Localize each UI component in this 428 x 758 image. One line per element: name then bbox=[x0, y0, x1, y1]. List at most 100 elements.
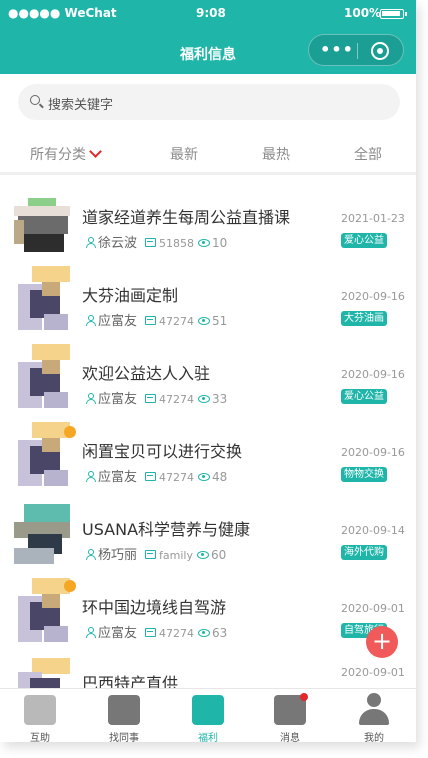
eye-icon bbox=[198, 317, 211, 325]
user-icon bbox=[86, 237, 96, 248]
item-code: 47274 bbox=[159, 627, 195, 640]
avatar bbox=[14, 578, 76, 642]
item-meta: 杨巧丽 family 60 bbox=[86, 544, 226, 563]
nav-profile[interactable]: 我的 bbox=[342, 689, 406, 742]
eye-icon bbox=[198, 395, 211, 403]
status-carrier: ●●●●● WeChat bbox=[8, 6, 117, 20]
nav-label: 消息 bbox=[280, 733, 300, 742]
user-icon bbox=[86, 393, 96, 404]
item-author: 徐云波 bbox=[98, 236, 138, 251]
search-placeholder: 搜索关键字 bbox=[48, 98, 114, 113]
item-code: 47274 bbox=[159, 471, 195, 484]
status-battery-text: 100% bbox=[344, 6, 382, 20]
tab-hottest[interactable]: 最热 bbox=[262, 144, 290, 164]
nav-label: 互助 bbox=[30, 733, 50, 742]
battery-icon bbox=[380, 9, 407, 19]
list-item[interactable]: 道家经道养生每周公益直播课 徐云波 51858 10 2021-01-23 爱心公益 bbox=[0, 190, 416, 268]
handshake-icon bbox=[24, 695, 56, 725]
status-badge bbox=[64, 426, 76, 438]
unread-dot bbox=[300, 693, 308, 701]
header-bar: ●●●●● WeChat 9:08 100% 福利信息 ••• bbox=[0, 0, 416, 74]
phone-frame: ●●●●● WeChat 9:08 100% 福利信息 ••• 搜索关键字 所有… bbox=[0, 0, 416, 742]
nav-find-colleagues[interactable]: 找同事 bbox=[92, 689, 156, 742]
tabs-divider bbox=[0, 172, 416, 175]
item-views: 33 bbox=[212, 392, 228, 406]
chevron-down-icon bbox=[89, 145, 102, 158]
bottom-nav: 互助 找同事 福利 消息 我的 bbox=[0, 688, 416, 742]
avatar bbox=[14, 422, 76, 486]
card-icon bbox=[145, 238, 157, 247]
user-icon bbox=[86, 315, 96, 326]
gift-icon bbox=[192, 695, 224, 725]
card-icon bbox=[145, 550, 157, 559]
status-time: 9:08 bbox=[196, 6, 226, 20]
person-icon bbox=[359, 693, 389, 725]
status-badge bbox=[64, 580, 76, 592]
eye-icon bbox=[198, 473, 211, 481]
capsule-divider bbox=[357, 43, 358, 59]
more-icon[interactable]: ••• bbox=[319, 40, 355, 60]
item-code: 47274 bbox=[159, 393, 195, 406]
item-date: 2021-01-23 bbox=[341, 212, 405, 225]
eye-icon bbox=[198, 239, 211, 247]
user-icon bbox=[86, 627, 96, 638]
tab-all[interactable]: 全部 bbox=[354, 144, 382, 164]
nav-messages[interactable]: 消息 bbox=[258, 689, 322, 742]
item-views: 51 bbox=[212, 314, 228, 328]
item-code: family bbox=[159, 549, 193, 562]
item-views: 60 bbox=[210, 548, 227, 562]
add-button[interactable]: + bbox=[366, 626, 398, 658]
item-meta: 应富友 47274 48 bbox=[86, 466, 227, 485]
tab-all-categories-label: 所有分类 bbox=[30, 147, 86, 163]
card-icon bbox=[145, 394, 157, 403]
item-title: 闲置宝贝可以进行交换 bbox=[82, 442, 243, 461]
category-tag: 物物交换 bbox=[341, 467, 387, 482]
nav-label: 福利 bbox=[198, 733, 218, 742]
item-author: 应富友 bbox=[98, 392, 138, 407]
item-title: 道家经道养生每周公益直播课 bbox=[82, 208, 291, 227]
item-views: 63 bbox=[212, 626, 228, 640]
nav-welfare[interactable]: 福利 bbox=[176, 689, 240, 742]
contacts-icon bbox=[108, 695, 140, 725]
item-code: 51858 bbox=[159, 237, 195, 250]
item-date: 2020-09-16 bbox=[341, 368, 405, 381]
tab-latest[interactable]: 最新 bbox=[170, 144, 198, 164]
list-item[interactable]: 闲置宝贝可以进行交换 应富友 47274 48 2020-09-16 物物交换 bbox=[0, 422, 416, 502]
app-screen: ●●●●● WeChat 9:08 100% 福利信息 ••• 搜索关键字 所有… bbox=[0, 0, 428, 758]
item-meta: 应富友 47274 33 bbox=[86, 388, 227, 407]
item-date: 2020-09-16 bbox=[341, 446, 405, 459]
eye-icon bbox=[196, 551, 209, 559]
item-title: 欢迎公益达人入驻 bbox=[82, 364, 211, 383]
avatar bbox=[14, 196, 70, 252]
item-title: 大芬油画定制 bbox=[82, 286, 179, 305]
card-icon bbox=[145, 472, 157, 481]
avatar bbox=[14, 504, 70, 564]
category-tag: 爱心公益 bbox=[341, 389, 387, 404]
item-date: 2020-09-16 bbox=[341, 290, 405, 303]
category-tag: 爱心公益 bbox=[341, 233, 387, 248]
list-item[interactable]: 欢迎公益达人入驻 应富友 47274 33 2020-09-16 爱心公益 bbox=[0, 344, 416, 424]
item-date: 2020-09-01 bbox=[341, 666, 405, 679]
search-icon bbox=[30, 95, 40, 105]
item-date: 2020-09-14 bbox=[341, 524, 405, 537]
list-item[interactable]: USANA科学营养与健康 杨巧丽 family 60 2020-09-14 海外代购 bbox=[0, 502, 416, 580]
card-icon bbox=[145, 628, 157, 637]
item-author: 应富友 bbox=[98, 314, 138, 329]
list-item[interactable]: 大芬油画定制 应富友 47274 51 2020-09-16 大芬油画 bbox=[0, 266, 416, 346]
nav-mutual-help[interactable]: 互助 bbox=[8, 689, 72, 742]
nav-label: 我的 bbox=[364, 733, 384, 742]
user-icon bbox=[86, 549, 96, 560]
search-input[interactable]: 搜索关键字 bbox=[18, 84, 400, 120]
item-meta: 应富友 47274 51 bbox=[86, 310, 227, 329]
item-meta: 徐云波 51858 10 bbox=[86, 232, 227, 251]
eye-icon bbox=[198, 629, 211, 637]
close-icon[interactable] bbox=[371, 42, 389, 60]
item-title: USANA科学营养与健康 bbox=[82, 520, 251, 539]
list-item[interactable]: 环中国边境线自驾游 应富友 47274 63 2020-09-01 自驾旅行 bbox=[0, 578, 416, 658]
tab-all-categories[interactable]: 所有分类 bbox=[30, 144, 102, 164]
item-views: 48 bbox=[212, 470, 228, 484]
item-author: 杨巧丽 bbox=[98, 548, 138, 563]
item-meta: 应富友 47274 63 bbox=[86, 622, 227, 641]
item-views: 10 bbox=[212, 236, 228, 250]
category-tag: 海外代购 bbox=[341, 545, 387, 560]
